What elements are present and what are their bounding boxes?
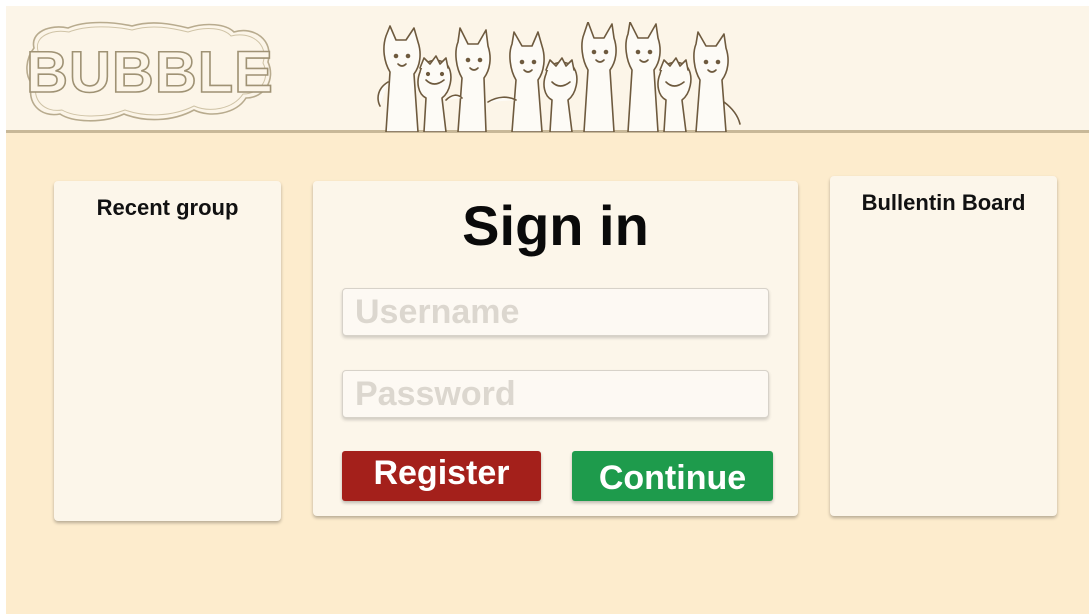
register-button[interactable]: Register <box>342 451 541 501</box>
recent-group-title: Recent group <box>96 195 239 220</box>
logo-text: BUBBLE <box>26 40 274 105</box>
recent-group-panel: Recent group <box>54 181 281 521</box>
continue-button[interactable]: Continue <box>572 451 773 501</box>
mascot-illustration-icon <box>377 22 741 132</box>
signin-panel: Sign in Register Continue <box>313 181 798 516</box>
bulletin-board-panel: Bullentin Board <box>830 176 1057 516</box>
app-frame: BUBBLE Recent group Sign in Username Reg… <box>6 6 1089 614</box>
header: BUBBLE <box>6 6 1089 133</box>
bulletin-board-title: Bullentin Board <box>861 190 1026 215</box>
signin-title: Sign in <box>462 194 649 257</box>
bubble-logo[interactable]: BUBBLE <box>22 18 278 128</box>
password-input[interactable] <box>342 370 769 418</box>
username-input[interactable] <box>342 288 769 336</box>
